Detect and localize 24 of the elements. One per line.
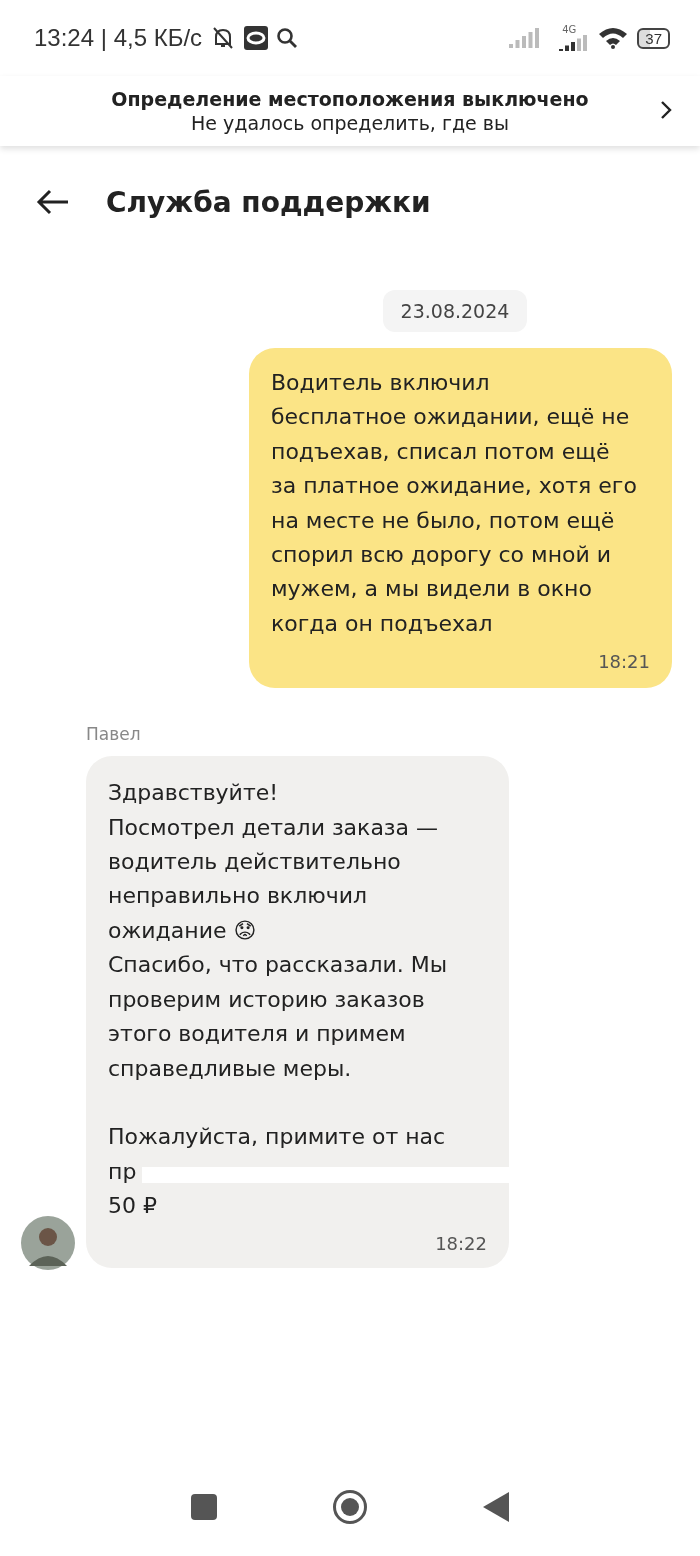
message-text: Здравствуйте! Посмотрел детали заказа — водитель действительно неправильно включил ожидание 😟 Спасибо, что рассказали. Мы проверим историю заказов этого водителя и примем справедливые меры. Пожалуйста, примите от нас — [108, 779, 449, 1152]
banner-subtitle: Не удалось определить, где вы — [191, 112, 509, 134]
location-banner[interactable]: Определение местоположения выключено Не удалось определить, где вы — [0, 76, 700, 146]
message-text: пр — [108, 1157, 137, 1186]
message-time: 18:21 — [598, 651, 650, 673]
network-type: 4G — [562, 25, 577, 35]
chevron-right-icon — [660, 100, 672, 120]
back-nav-button[interactable] — [483, 1492, 509, 1522]
message-time: 18:22 — [435, 1233, 487, 1255]
search-icon — [276, 27, 299, 49]
message-text: 50 ₽ — [108, 1191, 158, 1220]
page-title: Служба поддержки — [106, 185, 431, 219]
date-label: 23.08.2024 — [382, 290, 528, 332]
back-arrow-icon[interactable] — [36, 189, 70, 215]
status-time: 13:24 | 4,5 КБ/с — [34, 24, 203, 52]
banner-title: Определение местоположения выключено — [111, 88, 589, 110]
app-icon — [244, 26, 269, 50]
message-text: Водитель включил бесплатное ожидании, ещё не подъехав, списал потом ещё за платное ожидание, хотя его на месте не было, потом ещё спорил всю дорогу со мной и мужем, а мы видели в окно когда он подъехал — [271, 369, 638, 638]
sender-name: Павел — [86, 724, 142, 745]
home-nav-button[interactable] — [332, 1489, 368, 1525]
avatar — [21, 1216, 75, 1271]
signal-icon — [509, 28, 542, 48]
battery-indicator: 37 — [637, 27, 670, 49]
wifi-icon — [597, 26, 630, 50]
